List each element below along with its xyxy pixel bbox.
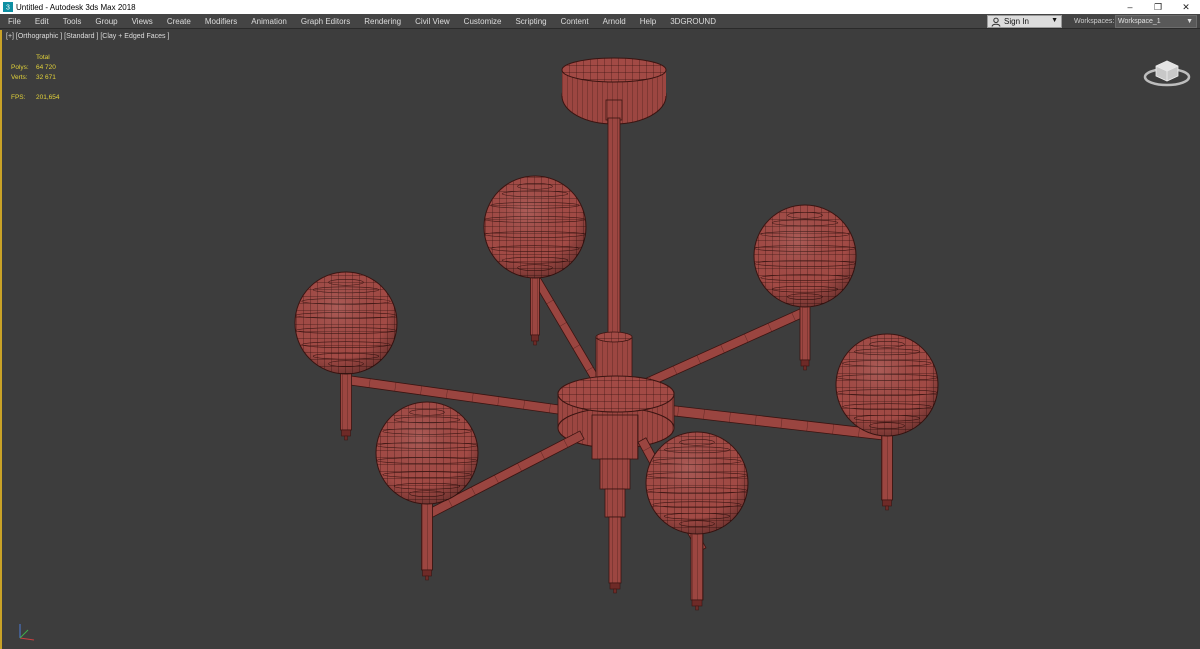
menu-tools[interactable]: Tools	[56, 14, 89, 29]
menu-arnold[interactable]: Arnold	[596, 14, 633, 29]
menu-bar: File Edit Tools Group Views Create Modif…	[0, 14, 1200, 29]
menu-graph-editors[interactable]: Graph Editors	[294, 14, 357, 29]
sign-in-label: Sign In	[1004, 17, 1029, 26]
app-window: 3 Untitled - Autodesk 3ds Max 2018 – ❐ ✕…	[0, 0, 1200, 649]
chandelier-model[interactable]	[2, 30, 1200, 649]
menu-customize[interactable]: Customize	[457, 14, 509, 29]
menu-3dground[interactable]: 3DGROUND	[663, 14, 723, 29]
stats-polys-row: Polys: 64 720	[11, 63, 60, 73]
hub-top[interactable]	[557, 375, 675, 413]
3dsmax-icon: 3	[3, 2, 13, 12]
svg-text:3: 3	[6, 5, 10, 12]
viewport-label[interactable]: [+] [Orthographic ] [Standard ] [Clay + …	[6, 33, 169, 40]
window-controls: – ❐ ✕	[1116, 0, 1200, 14]
window-title: Untitled - Autodesk 3ds Max 2018	[16, 2, 136, 12]
perspective-viewport[interactable]: [+] [Orthographic ] [Standard ] [Clay + …	[0, 30, 1200, 649]
stats-polys-value: 64 720	[36, 64, 56, 71]
menu-civil-view[interactable]: Civil View	[408, 14, 457, 29]
stats-fps-value: 201,654	[36, 94, 60, 101]
menu-group[interactable]: Group	[88, 14, 124, 29]
globe-right[interactable]	[835, 333, 939, 437]
user-icon	[991, 17, 1001, 27]
chevron-down-icon: ▼	[1051, 17, 1058, 24]
center-rod[interactable]	[607, 117, 621, 347]
stats-total-label: Total	[36, 54, 50, 61]
menu-animation[interactable]: Animation	[244, 14, 294, 29]
stem-front-left[interactable]	[421, 499, 433, 571]
stats-verts-value: 32 671	[36, 74, 56, 81]
globe-back-left[interactable]	[483, 175, 587, 279]
stats-fps-label: FPS:	[11, 94, 26, 101]
viewcube-icon[interactable]	[1142, 52, 1192, 88]
stem-right[interactable]	[881, 427, 893, 501]
chevron-down-icon: ▼	[1186, 18, 1193, 25]
arm-back-left[interactable]	[533, 277, 606, 393]
stats-verts-label: Verts:	[11, 74, 28, 81]
menu-file[interactable]: File	[0, 14, 28, 29]
axis-tripod-icon	[19, 624, 35, 641]
stats-verts-row: Verts: 32 671	[11, 73, 60, 83]
title-bar: 3 Untitled - Autodesk 3ds Max 2018 – ❐ ✕	[0, 0, 1200, 14]
hub-collar[interactable]	[591, 414, 639, 460]
close-button[interactable]: ✕	[1172, 0, 1200, 14]
menu-content[interactable]: Content	[554, 14, 596, 29]
stats-fps-row: FPS: 201,654	[11, 93, 60, 103]
workspace-value: Workspace_1	[1118, 18, 1161, 25]
maximize-button[interactable]: ❐	[1144, 0, 1172, 14]
center-drop-stem[interactable]	[608, 516, 622, 584]
menu-scripting[interactable]: Scripting	[508, 14, 553, 29]
sign-in-dropdown[interactable]: Sign In ▼	[987, 15, 1062, 28]
hub-upper[interactable]	[595, 336, 633, 380]
stats-polys-label: Polys:	[11, 64, 29, 71]
menu-edit[interactable]: Edit	[28, 14, 56, 29]
canopy-top[interactable]	[561, 57, 667, 83]
menu-create[interactable]: Create	[160, 14, 198, 29]
globe-back-right[interactable]	[753, 204, 857, 308]
statistics-overlay: Total Polys: 64 720 Verts: 32 671 FPS: 2…	[11, 53, 60, 103]
minimize-button[interactable]: –	[1116, 0, 1144, 14]
menu-rendering[interactable]: Rendering	[357, 14, 408, 29]
globe-front-left[interactable]	[375, 401, 479, 505]
workspaces-label: Workspaces:	[1074, 18, 1115, 25]
globe-front-right[interactable]	[645, 431, 749, 535]
menu-help[interactable]: Help	[633, 14, 663, 29]
menu-modifiers[interactable]: Modifiers	[198, 14, 244, 29]
arm-back-right[interactable]	[639, 308, 805, 390]
workspace-select[interactable]: Workspace_1 ▼	[1115, 15, 1197, 28]
globe-left[interactable]	[294, 271, 398, 375]
menu-views[interactable]: Views	[125, 14, 160, 29]
arm-left[interactable]	[345, 375, 564, 415]
stem-front-right[interactable]	[690, 529, 704, 601]
